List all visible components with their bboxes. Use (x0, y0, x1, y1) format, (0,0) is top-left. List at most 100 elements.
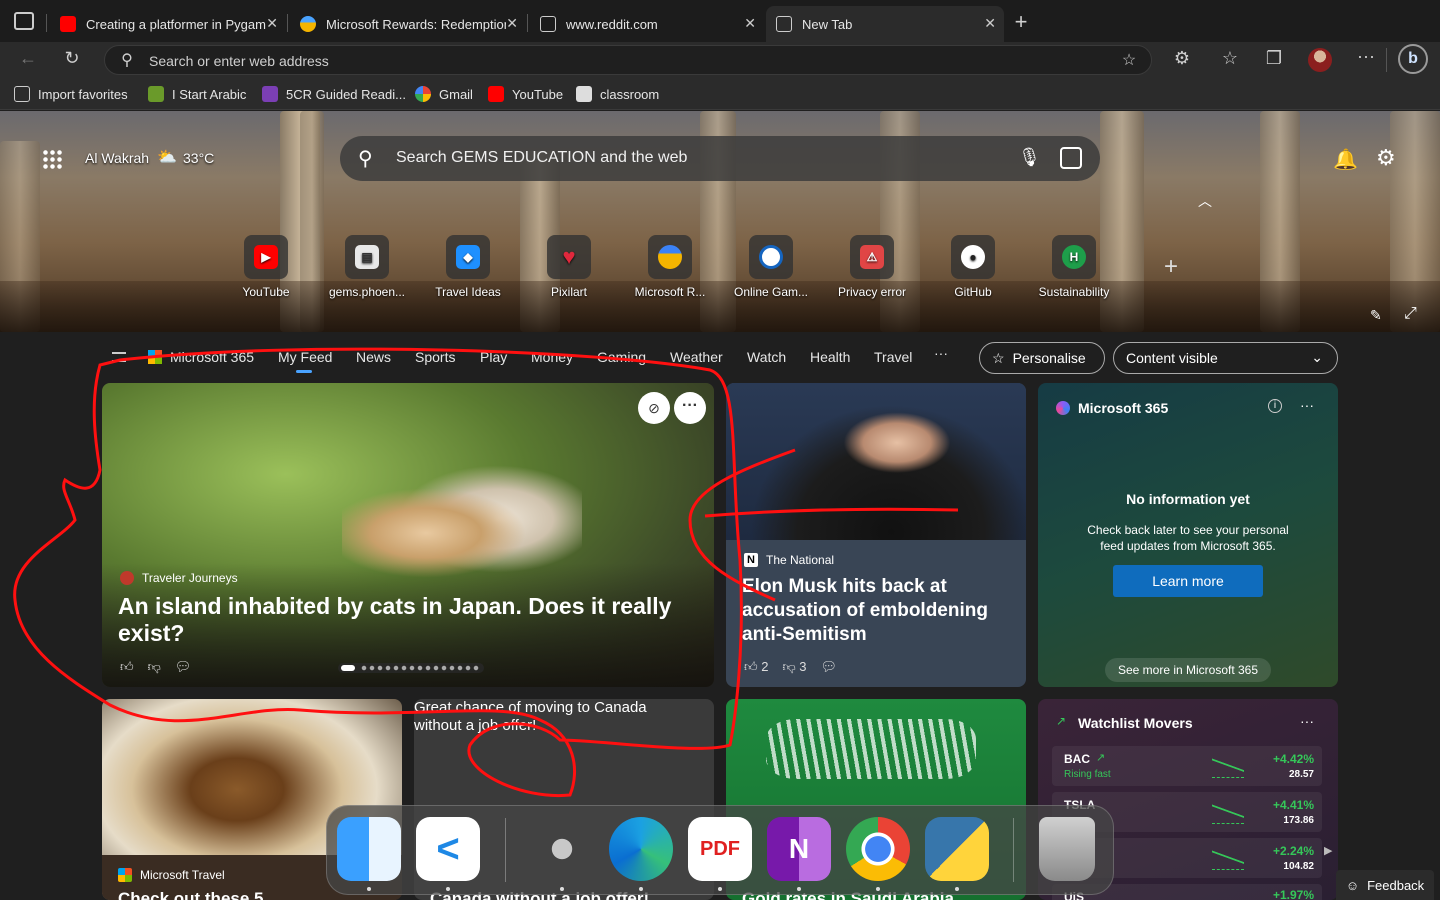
favorites-icon[interactable]: ☆ (1218, 48, 1242, 69)
avatar[interactable] (1308, 48, 1332, 72)
nav-money[interactable]: Money (531, 349, 573, 365)
page-settings-gear-icon[interactable]: ⚙ (1376, 145, 1396, 171)
nav-watch[interactable]: Watch (747, 349, 786, 365)
edit-background-icon[interactable]: ✎ (1370, 307, 1382, 324)
hero-story-card[interactable]: ⊘ ··· Traveler Journeys An island inhabi… (102, 383, 714, 687)
quick-link-travel-ideas[interactable]: ◆ Travel Ideas (423, 235, 513, 299)
close-icon[interactable]: ✕ (744, 15, 756, 32)
onenote-icon (262, 86, 278, 102)
apps-launcher-icon[interactable] (42, 149, 62, 169)
online-games-icon (759, 245, 783, 269)
hide-story-icon[interactable]: ⊘ (638, 392, 670, 424)
quick-link-sustainability[interactable]: H Sustainability (1029, 235, 1119, 299)
musk-story-card[interactable]: N The National Elon Musk hits back at ac… (726, 383, 1026, 687)
bookmark-import-favorites[interactable]: Import favorites (14, 86, 128, 102)
bookmark-classroom[interactable]: classroom (576, 86, 659, 102)
story-more-options-icon[interactable]: ··· (674, 392, 706, 424)
card-more-options-icon[interactable]: ··· (1300, 713, 1314, 729)
refresh-icon[interactable]: ↻ (60, 48, 84, 69)
bookmark-i-start-arabic[interactable]: I Start Arabic (148, 86, 246, 102)
nav-more-icon[interactable]: ··· (934, 345, 948, 361)
web-search-box[interactable]: ⚲ Search GEMS EDUCATION and the web 🎙 (340, 136, 1100, 181)
nav-weather[interactable]: Weather (670, 349, 723, 365)
nav-travel[interactable]: Travel (874, 349, 912, 365)
story-headline[interactable]: Check out these 5... (118, 889, 278, 900)
content-visibility-select[interactable]: Content visible ⌄ (1113, 342, 1338, 374)
nav-play[interactable]: Play (480, 349, 507, 365)
tab-rewards[interactable]: Microsoft Rewards: Redemption ✕ (290, 6, 526, 42)
chrome-icon[interactable] (846, 817, 910, 881)
thumbs-up-icon[interactable]: 👍︎ 2 (744, 659, 768, 675)
see-more-ms365-link[interactable]: See more in Microsoft 365 (1105, 658, 1271, 682)
story-headline[interactable]: An island inhabited by cats in Japan. Do… (118, 593, 708, 647)
learn-more-button[interactable]: Learn more (1113, 565, 1263, 597)
close-icon[interactable]: ✕ (506, 15, 518, 32)
tab-youtube[interactable]: Creating a platformer in Pygame ✕ (50, 6, 286, 42)
microphone-icon[interactable]: 🎙 (1018, 147, 1041, 168)
ms365-body: Check back later to see your personal fe… (1087, 523, 1289, 553)
notifications-bell-icon[interactable]: 🔔 (1333, 147, 1358, 172)
extensions-icon[interactable]: ⚙ (1170, 48, 1194, 69)
new-tab-plus-icon[interactable]: + (1010, 9, 1032, 35)
add-quick-link-plus-icon[interactable]: + (1164, 253, 1178, 281)
nav-my-feed[interactable]: My Feed (278, 349, 332, 365)
finder-icon[interactable] (337, 817, 401, 881)
personalise-button[interactable]: ☆ Personalise (979, 342, 1105, 374)
thumbs-down-icon[interactable]: 👎︎ 3 (782, 659, 806, 675)
vscode-icon[interactable]: < (416, 817, 480, 881)
nav-sports[interactable]: Sports (415, 349, 455, 365)
weather-location[interactable]: Al Wakrah (85, 150, 149, 166)
bookmark-5cr[interactable]: 5CR Guided Readi... (262, 86, 406, 102)
quick-link-privacy-error[interactable]: ⚠ Privacy error (827, 235, 917, 299)
expand-fullscreen-icon[interactable]: ⤢ (1404, 305, 1417, 323)
nav-news[interactable]: News (356, 349, 391, 365)
carousel-dots[interactable] (338, 663, 484, 673)
tab-reddit[interactable]: www.reddit.com ✕ (530, 6, 764, 42)
back-icon[interactable]: ← (16, 48, 40, 69)
ms365-card: Microsoft 365 i ··· No information yet C… (1038, 383, 1338, 687)
pdf-icon[interactable]: PDF (688, 817, 752, 881)
watchlist-row[interactable]: BAC ↗ Rising fast +4.42% 28.57 (1052, 746, 1322, 786)
address-bar[interactable]: ⚲ Search or enter web address ☆ (104, 45, 1152, 75)
feedback-button[interactable]: ☺ Feedback (1336, 870, 1434, 900)
python-icon[interactable] (925, 817, 989, 881)
python-launcher-icon[interactable] (530, 817, 594, 881)
bookmark-youtube[interactable]: YouTube (488, 86, 563, 102)
quick-link-online-games[interactable]: Online Gam... (726, 235, 816, 299)
close-icon[interactable]: ✕ (984, 15, 996, 32)
close-icon[interactable]: ✕ (266, 15, 278, 32)
quick-link-microsoft-rewards[interactable]: Microsoft R... (625, 235, 715, 299)
nav-gaming[interactable]: Gaming (597, 349, 646, 365)
chevron-right-icon[interactable]: ▶ (1324, 844, 1332, 857)
hamburger-menu-icon[interactable] (112, 352, 126, 362)
edge-icon[interactable] (609, 817, 673, 881)
weather-temperature[interactable]: 33°C (183, 150, 214, 166)
comment-icon[interactable]: 💬︎ (820, 659, 837, 675)
info-icon[interactable]: i (1268, 399, 1282, 413)
nav-health[interactable]: Health (810, 349, 850, 365)
quick-link-gems-phoenix[interactable]: ▤ gems.phoen... (322, 235, 412, 299)
trash-icon[interactable] (1039, 817, 1095, 881)
story-headline[interactable]: Elon Musk hits back at accusation of emb… (742, 575, 1018, 647)
comment-icon[interactable]: 💬︎ (175, 659, 192, 675)
card-more-options-icon[interactable]: ··· (1300, 397, 1314, 413)
quick-link-pixilart[interactable]: ♥ Pixilart (524, 235, 614, 299)
tab-new-tab[interactable]: New Tab ✕ (766, 6, 1004, 42)
collapse-chevron-up-icon[interactable]: ︿ (1198, 191, 1212, 211)
tab-strip: Creating a platformer in Pygame ✕ Micros… (0, 0, 1440, 42)
more-menu-icon[interactable]: ··· (1354, 46, 1378, 67)
thumbs-down-icon[interactable]: 👎︎ (148, 659, 161, 675)
bing-copilot-icon[interactable]: b (1398, 44, 1428, 74)
youtube-icon (60, 16, 76, 32)
onenote-icon[interactable]: N (767, 817, 831, 881)
nav-microsoft-365[interactable]: Microsoft 365 (170, 349, 254, 365)
visual-search-icon[interactable] (1060, 147, 1082, 169)
thumbs-up-icon[interactable]: 👍︎ (120, 659, 134, 675)
add-favorite-icon[interactable]: ☆ (1119, 50, 1139, 70)
quick-link-github[interactable]: ● GitHub (928, 235, 1018, 299)
collections-icon[interactable]: ❐ (1262, 48, 1286, 69)
the-national-icon: N (744, 553, 758, 567)
tab-actions-icon[interactable] (14, 12, 34, 30)
bookmark-gmail[interactable]: Gmail (415, 86, 473, 102)
quick-link-youtube[interactable]: ▶ YouTube (221, 235, 311, 299)
